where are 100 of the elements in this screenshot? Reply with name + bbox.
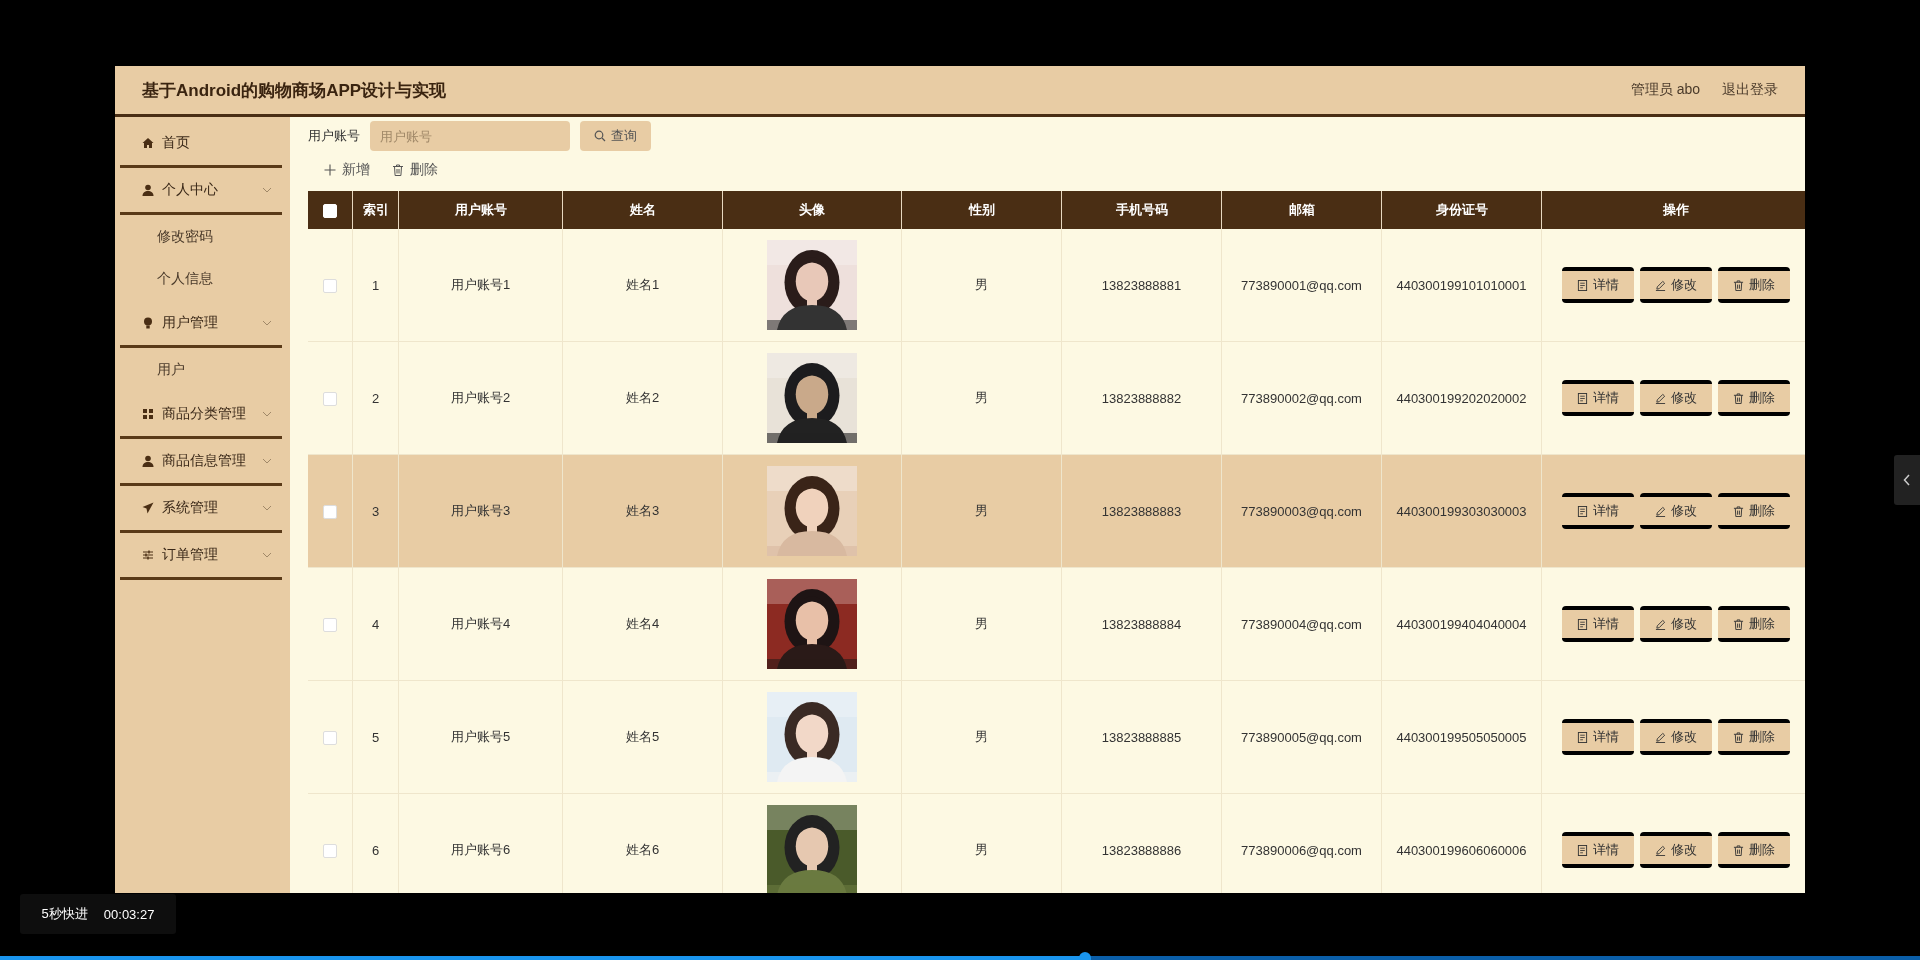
table-cell: 姓名5 [625,729,660,744]
edit-button[interactable]: 修改 [1639,719,1712,755]
skip-label: 5秒快进 [41,905,88,923]
table-cell: 男 [975,277,988,292]
progress-handle[interactable] [1078,952,1091,960]
table-cell: 440300199606060006 [1396,842,1527,858]
checkbox[interactable] [323,504,337,519]
search-field[interactable]: 用户账号 [370,121,570,151]
table-cell: 6 [371,842,380,858]
submenu-item[interactable]: 用户 [115,348,290,392]
menu-item[interactable]: 订单管理 [115,533,290,577]
timestamp: 00:03:27 [103,906,155,922]
trash-icon [1732,844,1744,856]
trash-icon [1732,392,1744,404]
delete-button[interactable]: 删除 [1717,832,1790,868]
table-cell: 13823888883 [1101,503,1182,519]
search-icon [594,130,606,142]
menu-item[interactable]: 首页 [115,121,290,165]
menu-item[interactable]: 个人中心 [115,168,290,212]
paper-plane-icon [142,502,154,514]
chevron-down-icon [262,320,272,326]
document-icon [1576,392,1588,404]
trash-icon [392,164,404,176]
table-cell: 男 [975,503,988,518]
pencil-icon [1654,731,1666,743]
logout-link[interactable]: 退出登录 [1722,81,1778,99]
column-header: 身份证号 [1381,191,1542,229]
edit-button[interactable]: 修改 [1639,380,1712,416]
document-icon [1576,505,1588,517]
table-cell: 用户账号6 [450,842,511,857]
submenu-item[interactable]: 修改密码 [115,215,290,259]
table-cell: 用户账号3 [450,503,511,518]
delete-button[interactable]: 删除 [1717,493,1790,529]
menu-item[interactable]: 商品信息管理 [115,439,290,483]
table-cell: 1 [371,277,380,293]
pencil-icon [1654,505,1666,517]
trash-icon [1732,618,1744,630]
details-button[interactable]: 详情 [1561,719,1634,755]
table-cell: 773890002@qq.com [1241,390,1362,406]
edit-button[interactable]: 修改 [1639,267,1712,303]
checkbox[interactable] [323,278,337,293]
column-header: 头像 [722,191,902,229]
chevron-down-icon [262,411,272,417]
table-cell: 男 [975,390,988,405]
pencil-icon [1654,392,1666,404]
table-cell: 男 [975,842,988,857]
column-header: 姓名 [562,191,723,229]
table-cell: 773890005@qq.com [1241,729,1362,745]
plus-icon [324,164,336,176]
table-row[interactable]: 5 用户账号5 姓名5 男 13823888885 773890005@qq.com 440300199505050005 详情 修改 删除 [308,680,1805,794]
table-row[interactable]: 2 用户账号2 姓名2 男 13823888882 773890002@qq.com 440300199202020002 详情 修改 删除 [308,341,1805,455]
table-cell: 440300199101010001 [1396,277,1527,293]
details-button[interactable]: 详情 [1561,380,1634,416]
checkbox[interactable] [323,730,337,745]
details-button[interactable]: 详情 [1561,493,1634,529]
table-cell: 男 [975,616,988,631]
table-row[interactable]: 6 用户账号6 姓名6 男 13823888886 773890006@qq.com 440300199606060006 详情 修改 删除 [308,793,1805,893]
menu-item[interactable]: 系统管理 [115,486,290,530]
table-cell: 13823888885 [1101,729,1182,745]
collapse-button[interactable] [1894,455,1920,505]
column-header: 手机号码 [1061,191,1222,229]
submenu-item[interactable]: 个人信息 [115,257,290,301]
delete-button[interactable]: 删除 [392,161,438,179]
add-button[interactable]: 新增 [324,161,370,179]
table-cell: 440300199505050005 [1396,729,1527,745]
checkbox[interactable] [323,617,337,632]
delete-button[interactable]: 删除 [1717,606,1790,642]
sliders-icon [142,549,154,561]
table-cell: 姓名6 [625,842,660,857]
table-cell: 2 [371,390,380,406]
pencil-icon [1654,279,1666,291]
table-cell: 用户账号4 [450,616,511,631]
table-row[interactable]: 4 用户账号4 姓名4 男 13823888884 773890004@qq.com 440300199404040004 详情 修改 删除 [308,567,1805,681]
edit-button[interactable]: 修改 [1639,832,1712,868]
table-row[interactable]: 3 用户账号3 姓名3 男 13823888883 773890003@qq.com 440300199303030003 详情 修改 删除 [308,454,1805,568]
table-cell: 773890003@qq.com [1241,503,1362,519]
document-icon [1576,731,1588,743]
details-button[interactable]: 详情 [1561,606,1634,642]
table-cell: 姓名2 [625,390,660,405]
checkbox[interactable] [323,843,337,858]
admin-label: 管理员 abo [1630,81,1700,99]
app-title: 基于Android的购物商场APP设计与实现 [142,79,447,102]
delete-button[interactable]: 删除 [1717,267,1790,303]
column-header: 索引 [352,191,399,229]
edit-button[interactable]: 修改 [1639,606,1712,642]
delete-button[interactable]: 删除 [1717,380,1790,416]
details-button[interactable]: 详情 [1561,832,1634,868]
edit-button[interactable]: 修改 [1639,493,1712,529]
checkbox[interactable] [323,391,337,406]
menu-item[interactable]: 用户管理 [115,301,290,345]
column-header: 用户账号 [398,191,563,229]
pencil-icon [1654,844,1666,856]
details-button[interactable]: 详情 [1561,267,1634,303]
delete-button[interactable]: 删除 [1717,719,1790,755]
menu-item[interactable]: 商品分类管理 [115,392,290,436]
search-button[interactable]: 查询 [580,121,651,151]
table-row[interactable]: 1 用户账号1 姓名1 男 13823888881 773890001@qq.com 440300199101010001 详情 修改 删除 [308,229,1805,342]
table-cell: 440300199303030003 [1396,503,1527,519]
trash-icon [1732,505,1744,517]
chevron-down-icon [262,505,272,511]
